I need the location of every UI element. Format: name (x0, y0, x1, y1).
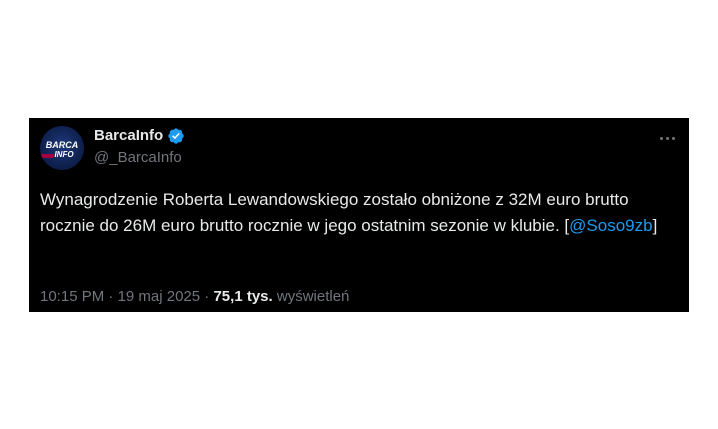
tweet-text: Wynagrodzenie Roberta Lewandowskiego zos… (40, 187, 670, 239)
tweet-text-end: ] (652, 216, 658, 235)
author-name-row[interactable]: BarcaInfo (94, 127, 185, 145)
tweet-time[interactable]: 10:15 PM (40, 288, 104, 305)
author-handle[interactable]: @_BarcaInfo (94, 149, 182, 167)
views-count[interactable]: 75,1 tys. (213, 288, 272, 305)
tweet-card[interactable]: BARCA INFO BarcaInfo @_BarcaInfo Wynagro… (29, 118, 689, 312)
tweet-text-main: Wynagrodzenie Roberta Lewandowskiego zos… (40, 190, 629, 235)
avatar-logo-text-bottom: INFO (54, 150, 74, 159)
meta-separator: · (204, 288, 210, 305)
mention-link[interactable]: @Soso9zb (569, 216, 652, 235)
views-label: wyświetleń (276, 288, 350, 305)
verified-badge-icon[interactable] (167, 127, 185, 145)
avatar[interactable]: BARCA INFO (40, 126, 84, 170)
tweet-meta: 10:15 PM · 19 maj 2025 · 75,1 tys. wyświ… (40, 288, 349, 306)
avatar-logo-text-top: BARCA (46, 140, 79, 150)
tweet-date[interactable]: 19 maj 2025 (118, 288, 201, 305)
more-options-icon[interactable] (657, 128, 677, 148)
author-display-name[interactable]: BarcaInfo (94, 127, 163, 145)
meta-separator: · (108, 288, 114, 305)
